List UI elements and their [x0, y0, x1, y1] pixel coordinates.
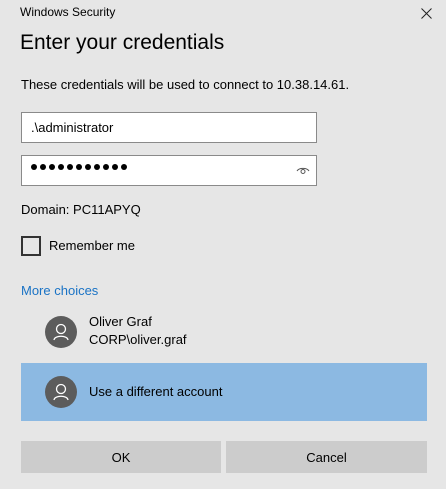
cancel-button[interactable]: Cancel	[226, 441, 427, 473]
ok-button[interactable]: OK	[21, 441, 221, 473]
window-title: Windows Security	[20, 5, 116, 19]
password-dot	[94, 164, 100, 170]
account-option-oliver-graf[interactable]: Oliver Graf CORP\oliver.graf	[21, 303, 427, 361]
user-avatar-icon	[45, 316, 77, 348]
more-choices-link[interactable]: More choices	[21, 283, 98, 298]
password-mask	[31, 164, 127, 170]
remember-me-checkbox[interactable]	[21, 236, 41, 256]
connection-description: These credentials will be used to connec…	[21, 77, 350, 92]
username-value: .\administrator	[31, 120, 114, 135]
remember-me-label[interactable]: Remember me	[49, 238, 135, 253]
password-dot	[121, 164, 127, 170]
password-dot	[49, 164, 55, 170]
password-dot	[112, 164, 118, 170]
close-icon	[420, 7, 432, 19]
password-dot	[76, 164, 82, 170]
user-avatar-icon	[45, 376, 77, 408]
account-username: CORP\oliver.graf	[89, 332, 187, 347]
password-dot	[103, 164, 109, 170]
password-field[interactable]	[21, 155, 317, 186]
password-dot	[67, 164, 73, 170]
domain-label: Domain: PC11APYQ	[21, 202, 141, 217]
eye-icon[interactable]	[296, 165, 310, 177]
password-dot	[85, 164, 91, 170]
credentials-dialog: Windows Security Enter your credentials …	[0, 0, 446, 489]
account-option-different[interactable]: Use a different account	[21, 363, 427, 421]
password-dot	[58, 164, 64, 170]
dialog-heading: Enter your credentials	[20, 31, 225, 54]
password-dot	[31, 164, 37, 170]
title-bar: Windows Security	[0, 0, 446, 26]
account-name: Oliver Graf	[89, 314, 152, 329]
username-field[interactable]: .\administrator	[21, 112, 317, 143]
password-dot	[40, 164, 46, 170]
close-button[interactable]	[406, 0, 446, 26]
account-name: Use a different account	[89, 384, 223, 399]
